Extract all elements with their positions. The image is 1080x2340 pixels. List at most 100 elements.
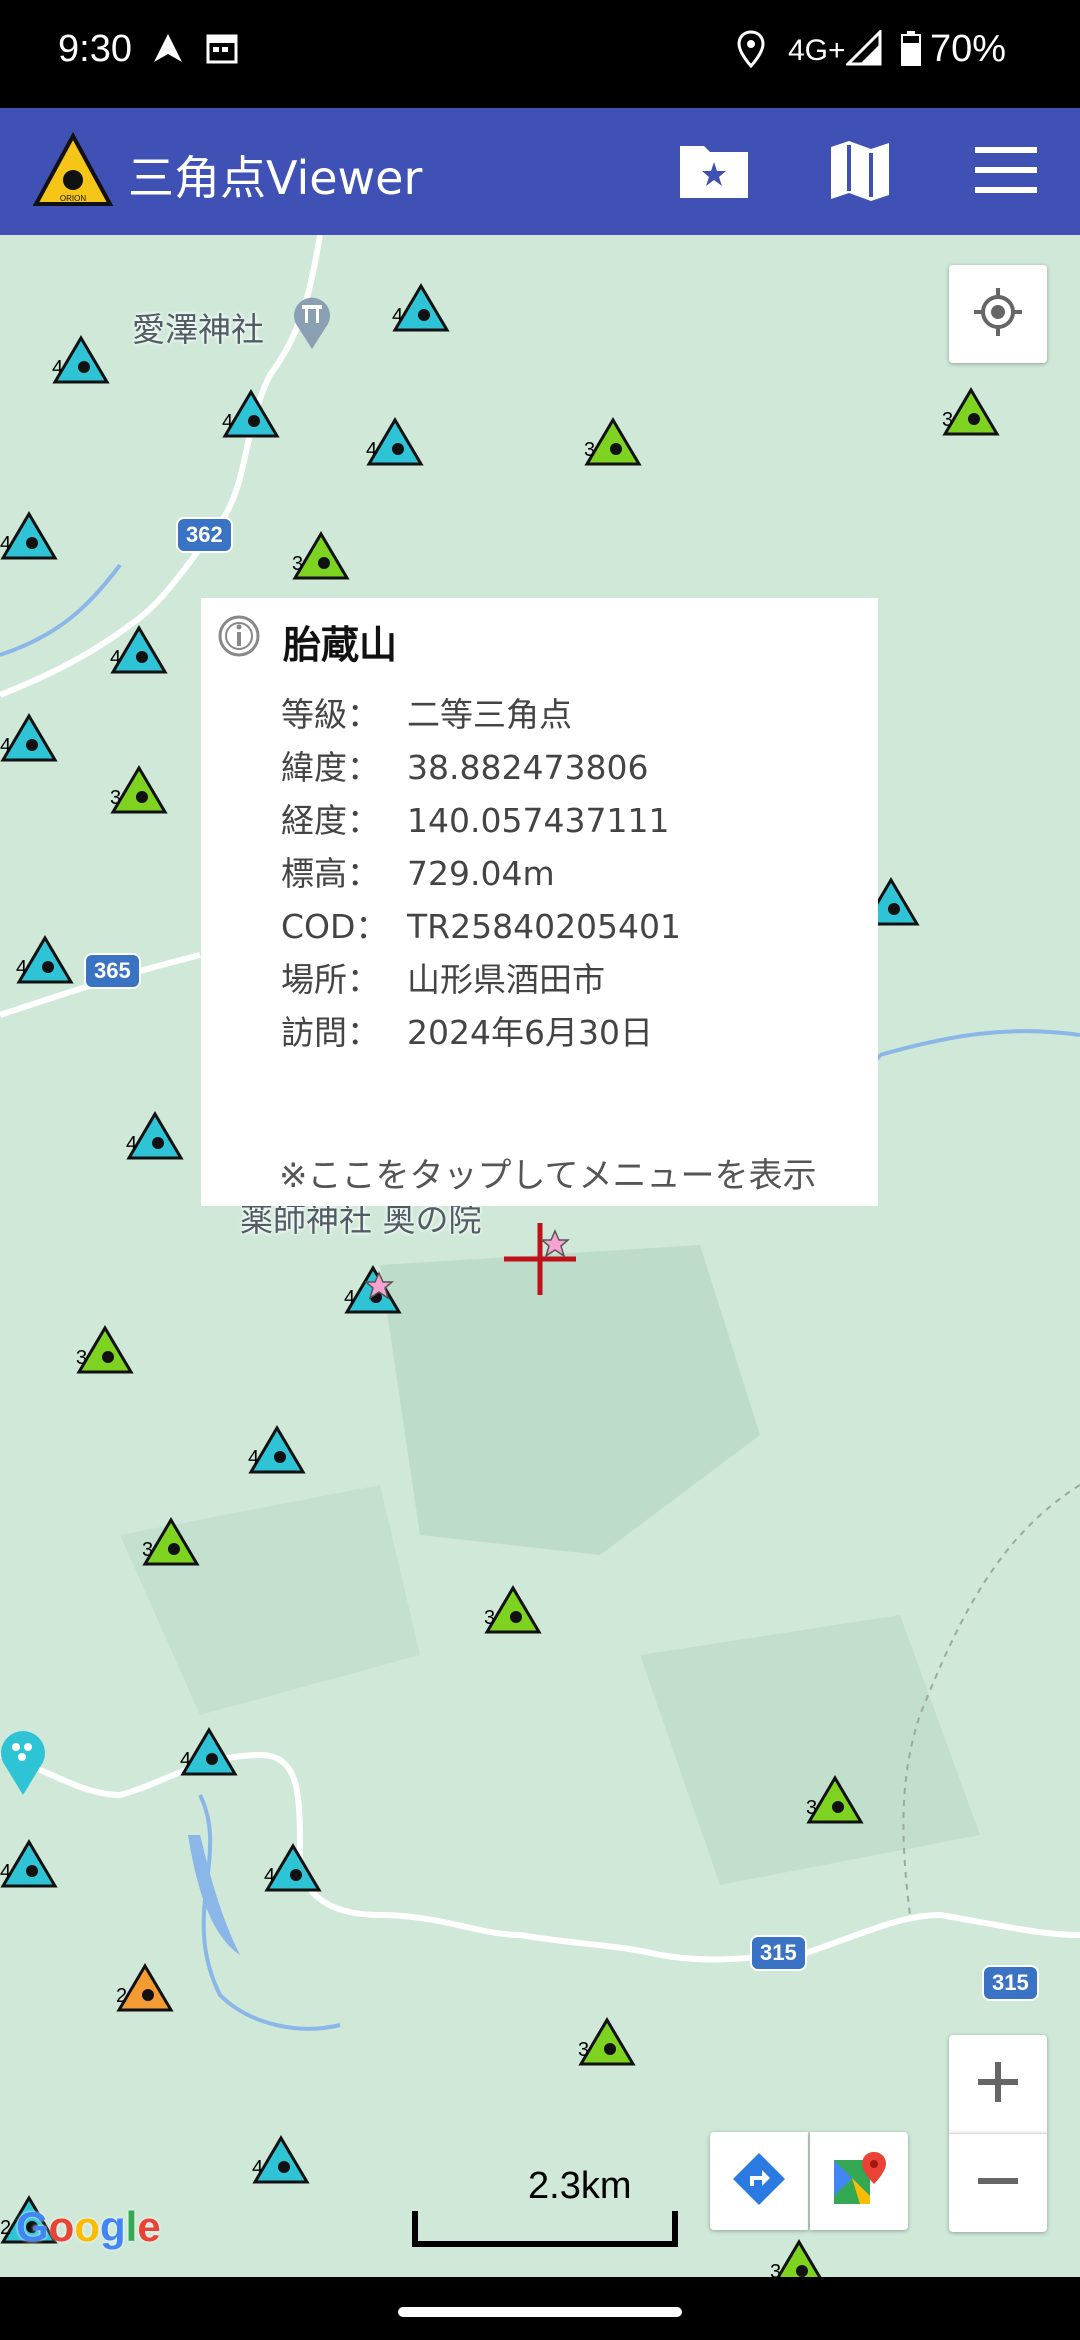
navigation-bar bbox=[0, 2277, 1080, 2340]
info-window[interactable]: 胎蔵山 等級： 二等三角点 緯度： 38.882473806 経度： 140.0574… bbox=[201, 598, 878, 1206]
marker-grade-number: 4 bbox=[344, 1287, 356, 1309]
triangulation-marker[interactable]: 4 bbox=[248, 1425, 306, 1475]
plus-icon bbox=[974, 2058, 1022, 2110]
triangulation-marker[interactable]: 4 bbox=[222, 389, 280, 439]
map-icon bbox=[827, 137, 893, 207]
marker-grade-number: 3 bbox=[584, 439, 596, 461]
info-row-location: 場所： 山形県酒田市 bbox=[281, 960, 605, 999]
triangulation-marker[interactable]: 4 bbox=[0, 713, 58, 763]
my-location-button[interactable] bbox=[949, 265, 1047, 363]
google-maps-icon bbox=[830, 2150, 888, 2212]
info-row-visited: 訪問： 2024年6月30日 bbox=[281, 1013, 653, 1052]
triangulation-marker[interactable]: 3 bbox=[76, 1325, 134, 1375]
triangulation-marker[interactable]: 4 bbox=[0, 511, 58, 561]
info-row-longitude: 経度： 140.057437111 bbox=[281, 801, 670, 840]
open-google-maps-button[interactable] bbox=[810, 2132, 908, 2230]
marker-grade-number: 4 bbox=[252, 2157, 264, 2179]
shrine-icon[interactable] bbox=[290, 291, 334, 355]
road-badge: 315 bbox=[982, 1965, 1039, 2001]
menu-button[interactable] bbox=[966, 136, 1046, 208]
place-label-aizawa-shrine[interactable]: 愛澤神社 bbox=[132, 303, 264, 351]
marker-grade-number: 4 bbox=[110, 647, 122, 669]
marker-grade-number: 3 bbox=[142, 1539, 154, 1561]
road-badge: 365 bbox=[84, 953, 141, 989]
marker-grade-number: 4 bbox=[264, 1865, 276, 1887]
station-name: 胎蔵山 bbox=[283, 623, 398, 667]
marker-grade-number: 2 bbox=[0, 2217, 12, 2239]
marker-grade-number: 4 bbox=[0, 1861, 12, 1883]
signal-icon bbox=[844, 28, 882, 70]
marker-grade-number: 4 bbox=[16, 957, 28, 979]
place-pin-icon[interactable] bbox=[0, 1727, 46, 1801]
info-row-grade: 等級： 二等三角点 bbox=[281, 695, 572, 734]
triangulation-marker[interactable]: 3 bbox=[292, 531, 350, 581]
triangulation-marker[interactable]: 3 bbox=[578, 2017, 636, 2067]
triangulation-marker[interactable]: 4 bbox=[366, 417, 424, 467]
marker-grade-number: 4 bbox=[392, 305, 404, 327]
triangulation-marker[interactable]: 2 bbox=[116, 1963, 174, 2013]
directions-button[interactable] bbox=[710, 2132, 808, 2230]
triangulation-marker[interactable]: 3 bbox=[806, 1775, 864, 1825]
marker-grade-number: 4 bbox=[180, 1749, 192, 1771]
triangulation-marker[interactable]: 3 bbox=[484, 1585, 542, 1635]
marker-grade-number: 4 bbox=[248, 1447, 260, 1469]
triangulation-marker[interactable]: 3 bbox=[142, 1517, 200, 1567]
zoom-out-button[interactable] bbox=[949, 2133, 1047, 2232]
road-badge: 315 bbox=[750, 1935, 807, 1971]
triangulation-marker[interactable]: 4 bbox=[16, 935, 74, 985]
triangulation-marker[interactable]: 4 bbox=[0, 1839, 58, 1889]
info-hint: ※ここをタップしてメニューを表示 bbox=[279, 1156, 817, 1196]
marker-grade-number: 3 bbox=[578, 2039, 590, 2061]
app-logo: ORION bbox=[32, 131, 114, 212]
calendar-icon bbox=[204, 30, 240, 70]
zoom-in-button[interactable] bbox=[949, 2035, 1047, 2133]
visited-star-icon bbox=[539, 1229, 571, 1263]
triangulation-marker[interactable]: 4 bbox=[110, 625, 168, 675]
triangulation-marker[interactable]: 4 bbox=[264, 1843, 322, 1893]
info-row-elevation: 標高： 729.04m bbox=[281, 854, 555, 893]
map-view[interactable]: 愛澤神社 薬師神社 奥の院 362 365 315 315 4444334344… bbox=[0, 235, 1080, 2277]
minus-icon bbox=[974, 2157, 1022, 2209]
marker-grade-number: 2 bbox=[116, 1985, 128, 2007]
scale-label: 2.3km bbox=[528, 2165, 632, 2207]
visited-star-icon bbox=[363, 1271, 395, 1305]
marker-grade-number: 4 bbox=[126, 1133, 138, 1155]
favorites-button[interactable] bbox=[674, 136, 754, 208]
home-gesture-handle[interactable] bbox=[398, 2307, 682, 2317]
road-badge: 362 bbox=[176, 517, 233, 553]
triangulation-marker[interactable]: 4 bbox=[252, 2135, 310, 2185]
marker-grade-number: 4 bbox=[0, 533, 12, 555]
triangulation-marker[interactable]: 4 bbox=[180, 1727, 238, 1777]
info-icon bbox=[217, 614, 261, 662]
directions-icon bbox=[730, 2150, 788, 2212]
marker-grade-number: 3 bbox=[806, 1797, 818, 1819]
marker-grade-number: 3 bbox=[484, 1607, 496, 1629]
triangulation-marker[interactable]: 3 bbox=[110, 765, 168, 815]
triangulation-marker[interactable]: 4 bbox=[392, 283, 450, 333]
status-bar: 9:30 4G+ 70% bbox=[0, 0, 1080, 108]
location-icon bbox=[736, 30, 766, 72]
triangulation-marker[interactable]: 3 bbox=[584, 417, 642, 467]
triangulation-marker[interactable]: 3 bbox=[942, 387, 1000, 437]
google-logo: Google bbox=[16, 2203, 161, 2250]
navigation-alert-icon bbox=[150, 30, 186, 70]
logo-text: ORION bbox=[60, 194, 86, 203]
marker-grade-number: 3 bbox=[942, 409, 954, 431]
marker-grade-number: 3 bbox=[770, 2261, 782, 2277]
marker-grade-number: 4 bbox=[52, 357, 64, 379]
menu-icon bbox=[973, 143, 1039, 201]
triangulation-marker[interactable]: 4 bbox=[52, 335, 110, 385]
scale-bar: 2.3km bbox=[412, 2165, 678, 2247]
marker-grade-number: 4 bbox=[366, 439, 378, 461]
marker-grade-number: 3 bbox=[292, 553, 304, 575]
network-type: 4G+ bbox=[788, 34, 846, 67]
triangulation-marker[interactable]: 4 bbox=[126, 1111, 184, 1161]
info-row-code: COD： TR25840205401 bbox=[281, 907, 682, 946]
battery-icon bbox=[900, 30, 922, 70]
battery-percent: 70% bbox=[930, 28, 1007, 70]
marker-grade-number: 4 bbox=[222, 411, 234, 433]
triangulation-marker[interactable]: 3 bbox=[770, 2239, 828, 2277]
map-type-button[interactable] bbox=[820, 136, 900, 208]
marker-grade-number: 3 bbox=[110, 787, 122, 809]
app-title: 三角点Viewer bbox=[128, 151, 423, 205]
